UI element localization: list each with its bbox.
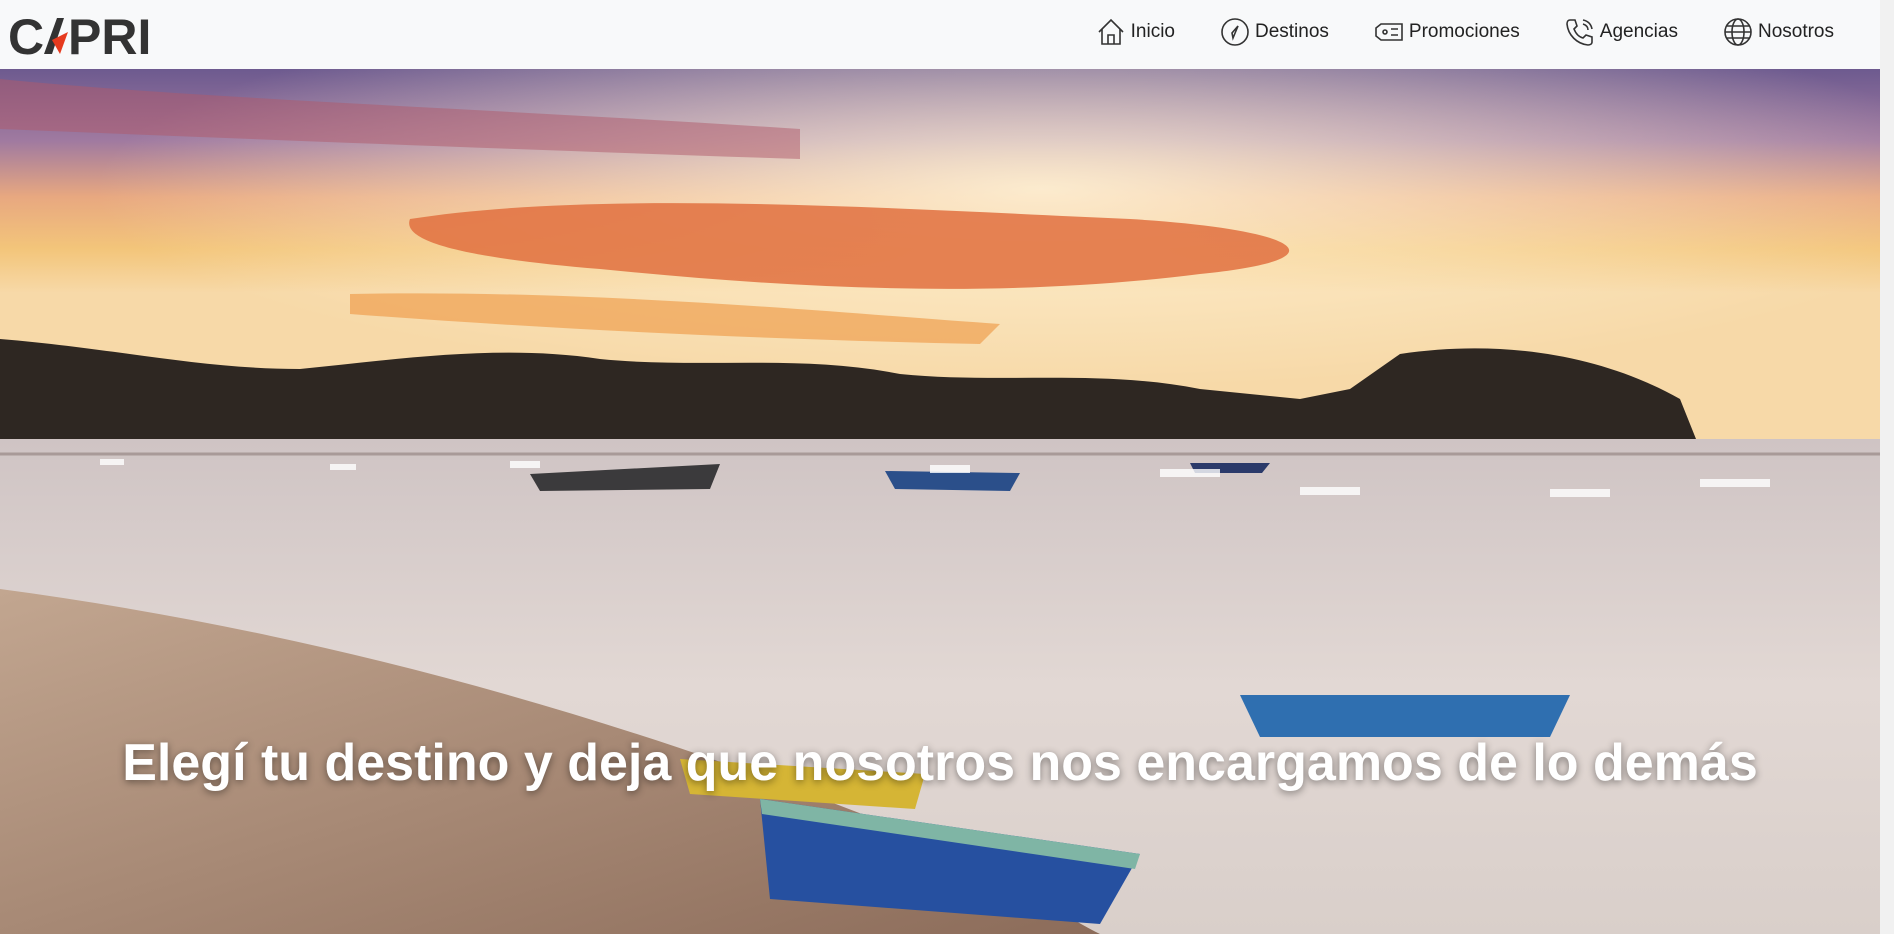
brand-logo[interactable]: C PRI	[8, 9, 173, 65]
nav-promociones-label: Promociones	[1408, 21, 1520, 42]
top-navbar: C PRI Inicio Destinos Promociones Agenci…	[0, 0, 1894, 69]
svg-text:PRI: PRI	[68, 10, 151, 60]
main-nav: Inicio Destinos Promociones Agencias Nos…	[1051, 0, 1834, 64]
svg-text:C: C	[8, 10, 44, 60]
nav-inicio-label: Inicio	[1130, 21, 1175, 42]
ticket-icon	[1375, 23, 1403, 41]
page-scrollbar[interactable]	[1880, 0, 1894, 934]
nav-nosotros[interactable]: Nosotros	[1722, 16, 1834, 48]
hero-banner: Elegí tu destino y deja que nosotros nos…	[0, 69, 1894, 934]
sunset-beach-boats-image	[0, 69, 1894, 934]
nav-destinos[interactable]: Destinos	[1219, 16, 1329, 48]
globe-icon	[1724, 18, 1752, 46]
nav-agencias-label: Agencias	[1599, 21, 1678, 42]
hero-headline: Elegí tu destino y deja que nosotros nos…	[122, 734, 1758, 792]
home-icon	[1098, 18, 1124, 45]
nav-nosotros-label: Nosotros	[1757, 21, 1834, 42]
phone-icon	[1565, 19, 1593, 46]
nav-inicio[interactable]: Inicio	[1095, 16, 1175, 48]
nav-destinos-label: Destinos	[1254, 21, 1329, 42]
nav-agencias[interactable]: Agencias	[1564, 16, 1678, 48]
compass-icon	[1221, 18, 1249, 46]
nav-promociones[interactable]: Promociones	[1373, 16, 1520, 48]
